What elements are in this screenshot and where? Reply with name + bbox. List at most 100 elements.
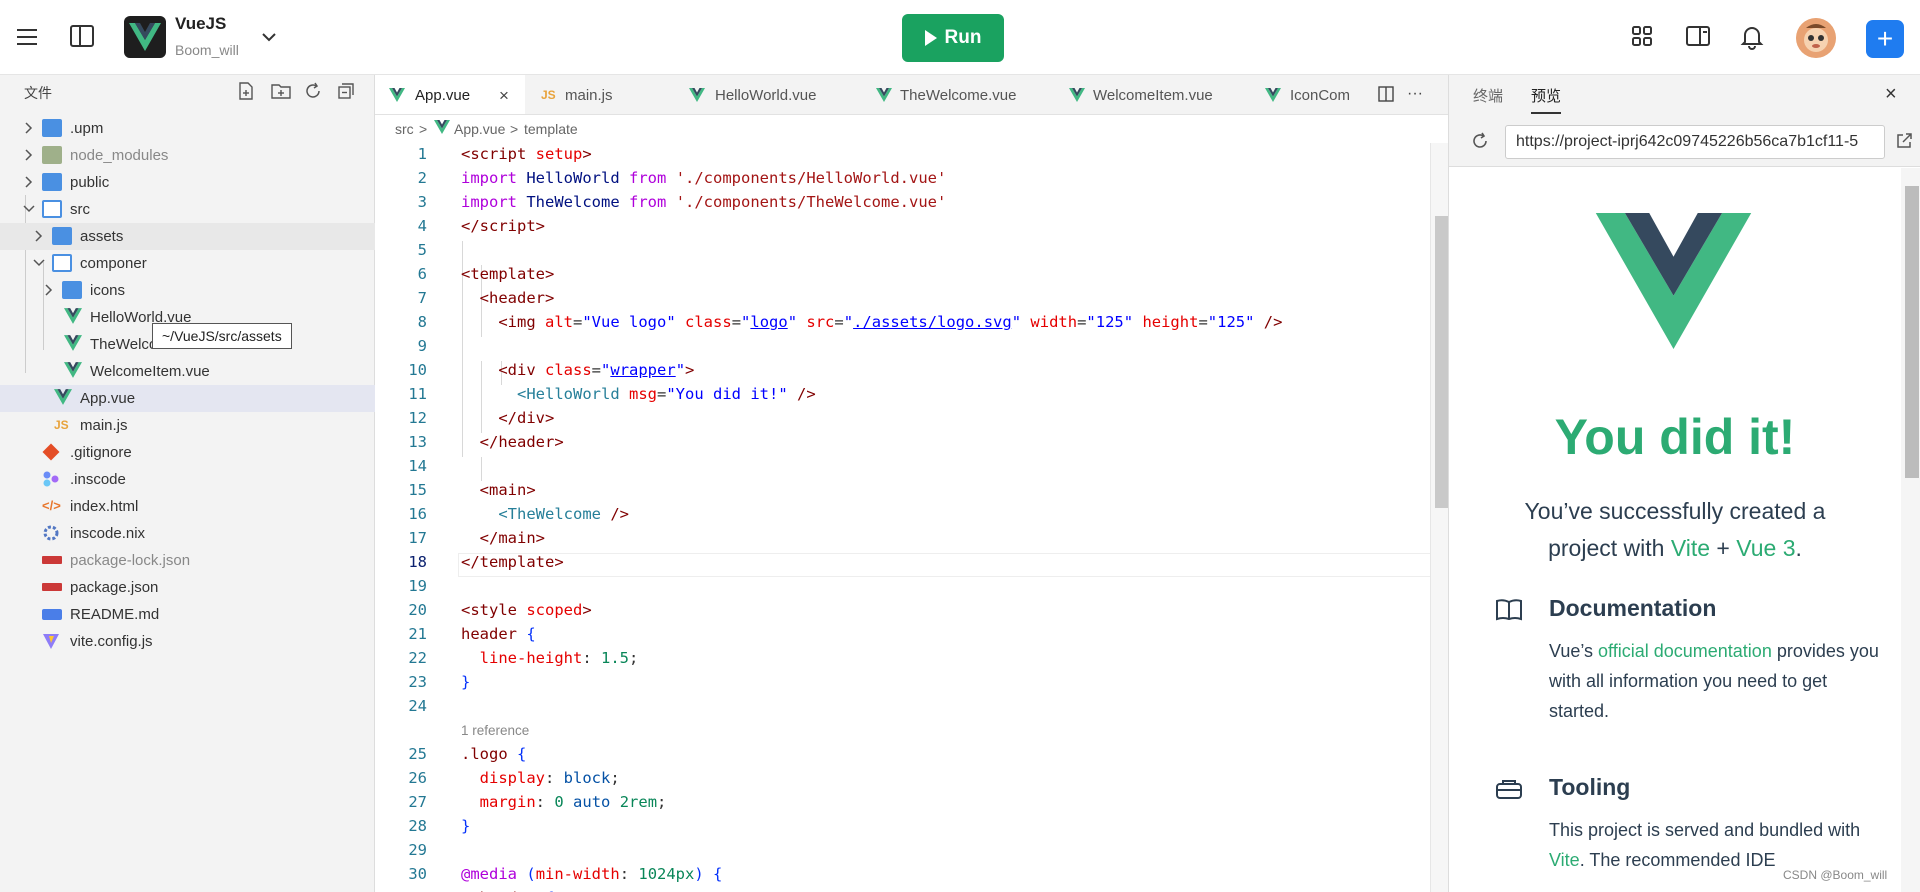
- more-icon[interactable]: ···: [1407, 85, 1427, 105]
- hero-subtitle: You’ve successfully created a project wi…: [1509, 493, 1841, 567]
- tab-app-vue[interactable]: App.vue ×: [375, 75, 525, 114]
- breadcrumb-item[interactable]: template: [524, 121, 578, 137]
- new-folder-icon[interactable]: [271, 82, 291, 102]
- js-file-icon: JS: [54, 418, 69, 432]
- watermark: CSDN @Boom_will: [1783, 868, 1888, 882]
- vue-file-icon: [64, 308, 84, 326]
- vite-link[interactable]: Vite: [1671, 535, 1710, 561]
- tab-helloworld[interactable]: HelloWorld.vue: [675, 75, 855, 114]
- code-line: </script>: [461, 217, 545, 235]
- breadcrumb-item[interactable]: src: [395, 121, 414, 137]
- folder-icon: [62, 281, 82, 299]
- vue-file-icon: [54, 389, 74, 407]
- tab-iconcom[interactable]: IconCom: [1245, 75, 1350, 114]
- tab-thewelcome[interactable]: TheWelcome.vue: [855, 75, 1045, 114]
- vite-docs-link[interactable]: Vite: [1549, 850, 1580, 870]
- code-line: </div>: [498, 409, 555, 427]
- tab-welcomeitem[interactable]: WelcomeItem.vue: [1045, 75, 1245, 114]
- tree-item-label: index.html: [70, 498, 139, 515]
- documentation-title: Documentation: [1549, 595, 1717, 621]
- tree-item-main-js[interactable]: JS main.js: [0, 412, 375, 439]
- code-line: import HelloWorld from './components/Hel…: [461, 169, 947, 187]
- refresh-icon[interactable]: [304, 82, 324, 102]
- breadcrumb-item[interactable]: App.vue: [454, 121, 505, 137]
- line-number: 25: [408, 745, 427, 763]
- folder-icon: [42, 146, 62, 164]
- tree-item-upm[interactable]: .upm: [0, 115, 375, 142]
- tree-item-label: .inscode: [70, 471, 126, 488]
- add-button[interactable]: +: [1866, 20, 1904, 58]
- line-number: 28: [408, 817, 427, 835]
- code-line: </template>: [461, 553, 564, 571]
- chevron-down-icon[interactable]: [258, 26, 280, 48]
- tree-item-package-json[interactable]: package.json: [0, 574, 375, 601]
- code-line: <style scoped>: [461, 601, 592, 619]
- tree-item-index-html[interactable]: </> index.html: [0, 493, 375, 520]
- folder-icon: [52, 227, 72, 245]
- bell-icon[interactable]: [1740, 24, 1766, 50]
- official-docs-link[interactable]: official documentation: [1598, 641, 1772, 661]
- avatar[interactable]: [1796, 18, 1836, 58]
- line-number: 30: [408, 865, 427, 883]
- tree-item-public[interactable]: public: [0, 169, 375, 196]
- tree-item-gitignore[interactable]: .gitignore: [0, 439, 375, 466]
- run-button[interactable]: Run: [902, 14, 1004, 62]
- open-external-icon[interactable]: [1895, 132, 1915, 152]
- chevron-down-icon: [22, 202, 36, 216]
- tree-item-welcomeitem[interactable]: WelcomeItem.vue: [0, 358, 375, 385]
- play-icon: [924, 30, 937, 46]
- chevron-down-icon: [32, 256, 46, 270]
- tree-item-assets[interactable]: assets: [0, 223, 375, 250]
- menu-icon[interactable]: [14, 24, 40, 50]
- folder-icon: [42, 173, 62, 191]
- preview-scrollbar[interactable]: [1901, 168, 1920, 892]
- tree-item-icons[interactable]: icons: [0, 277, 375, 304]
- sidebar-toggle-icon[interactable]: [70, 25, 94, 47]
- tree-item-components[interactable]: componer: [0, 250, 375, 277]
- hero-text: +: [1710, 535, 1737, 561]
- project-name: VueJS: [175, 14, 227, 33]
- nix-icon: [42, 524, 62, 542]
- tree-item-package-lock[interactable]: package-lock.json: [0, 547, 375, 574]
- tree-item-label: .gitignore: [70, 444, 132, 461]
- code-area[interactable]: 1 <script setup> 2 import HelloWorld from …: [375, 145, 1448, 892]
- new-file-icon[interactable]: [237, 82, 257, 102]
- editor-scrollbar[interactable]: [1430, 143, 1449, 892]
- tree-item-app-vue[interactable]: App.vue: [0, 385, 375, 412]
- vue-link[interactable]: Vue 3: [1736, 535, 1795, 561]
- line-number: 29: [408, 841, 427, 859]
- apps-grid-icon[interactable]: [1630, 24, 1656, 50]
- markdown-icon: [42, 609, 62, 620]
- url-input[interactable]: [1505, 125, 1885, 159]
- close-icon[interactable]: ×: [1885, 83, 1897, 106]
- tree-item-inscode-nix[interactable]: inscode.nix: [0, 520, 375, 547]
- vite-icon: [42, 632, 62, 650]
- tree-item-node-modules[interactable]: node_modules: [0, 142, 375, 169]
- tooling-text: This project is served and bundled with …: [1549, 815, 1889, 875]
- tree-item-inscode[interactable]: .inscode: [0, 466, 375, 493]
- tree-item-label: inscode.nix: [70, 525, 146, 542]
- tab-main-js[interactable]: JS main.js: [525, 75, 675, 114]
- code-line: margin: 0 auto 2rem;: [479, 793, 667, 811]
- tab-terminal[interactable]: 终端: [1473, 85, 1503, 106]
- reload-icon[interactable]: [1471, 132, 1491, 152]
- tree-item-label: node_modules: [70, 147, 169, 164]
- tab-close-icon[interactable]: ×: [499, 86, 509, 106]
- line-number: 12: [408, 409, 427, 427]
- html-file-icon: </>: [42, 498, 61, 513]
- reference-hint[interactable]: 1 reference: [461, 723, 529, 738]
- tree-item-readme[interactable]: README.md: [0, 601, 375, 628]
- editor-scrollbar-thumb[interactable]: [1435, 216, 1449, 508]
- tree-item-src[interactable]: src: [0, 196, 375, 223]
- split-editor-icon[interactable]: [1377, 85, 1397, 105]
- collapse-all-icon[interactable]: [337, 82, 357, 102]
- hero-text: .: [1795, 535, 1802, 561]
- tree-item-vite-config[interactable]: vite.config.js: [0, 628, 375, 655]
- folder-icon: [42, 119, 62, 137]
- tab-label: WelcomeItem.vue: [1093, 87, 1213, 104]
- tab-preview[interactable]: 预览: [1531, 85, 1562, 114]
- breadcrumb-separator: >: [510, 121, 519, 137]
- line-number: 23: [408, 673, 427, 691]
- preview-scrollbar-thumb[interactable]: [1905, 186, 1919, 478]
- split-panel-icon[interactable]: [1685, 24, 1711, 50]
